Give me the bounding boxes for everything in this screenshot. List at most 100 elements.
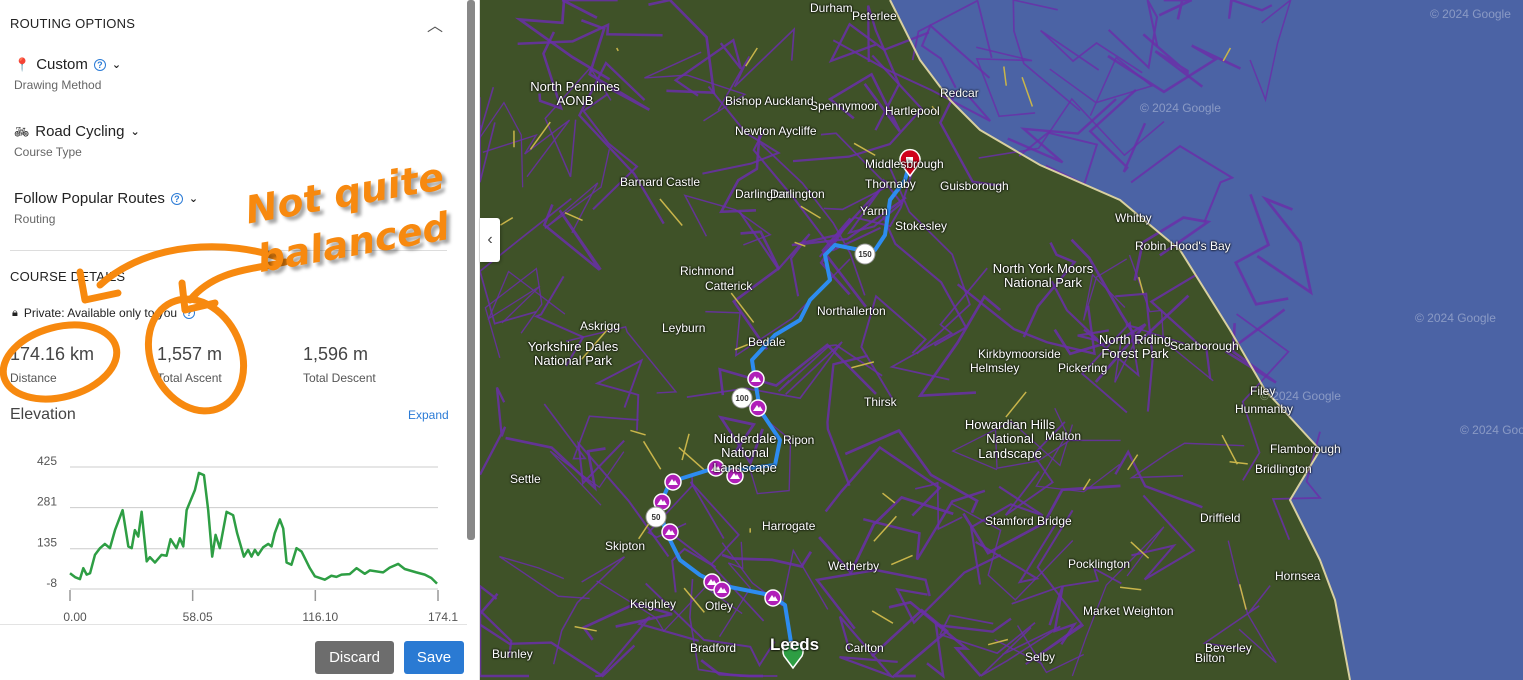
road [969, 485, 1044, 585]
map-place-label: Bradford [690, 641, 737, 655]
drawing-method-label: Drawing Method [14, 78, 102, 92]
map-place-label: North Pennines AONB [530, 79, 620, 109]
major-road [500, 216, 514, 226]
map-place-label: Yorkshire Dales National Park [527, 339, 619, 369]
map-place-label: Newton Aycliffe [735, 124, 817, 138]
save-button[interactable]: Save [404, 641, 464, 674]
major-road [1119, 586, 1142, 591]
course-details-title: COURSE DETAILS [10, 269, 126, 284]
stat-value: 1,557 m [157, 344, 223, 364]
map-place-label: Thirsk [864, 395, 897, 409]
map-place-label: Keighley [630, 597, 677, 611]
map-place-label: Hunmanby [1235, 402, 1294, 416]
map-place-label: Northallerton [817, 304, 886, 318]
map-place-label: Settle [510, 472, 541, 486]
map-place-label: Guisborough [940, 179, 1009, 193]
map-place-label: Askrigg [580, 319, 621, 333]
drawing-method-select[interactable]: 📍 Custom? ⌄ Drawing Method [14, 56, 121, 92]
map-place-label: Middlesbrough [865, 157, 944, 171]
map-place-label: Helmsley [970, 361, 1020, 375]
help-icon[interactable]: ? [93, 58, 106, 71]
road [514, 0, 611, 81]
map-place-label: Redcar [940, 86, 979, 100]
road [895, 553, 1002, 625]
map-place-label: Peterlee [852, 9, 897, 23]
map-place-label: Stamford Bridge [985, 514, 1072, 528]
major-road [890, 554, 913, 566]
road [888, 165, 971, 355]
map-place-label: Hartlepool [885, 104, 940, 118]
road [826, 354, 869, 487]
map-place-label: © 2024 Google [1140, 101, 1221, 115]
map-place-label: Leyburn [662, 321, 706, 335]
course-type-select[interactable]: 🚲︎ Road Cycling ⌄ Course Type [14, 123, 140, 159]
road [1129, 442, 1245, 479]
road [1114, 449, 1203, 509]
routing-options-title: ROUTING OPTIONS [10, 16, 136, 31]
map[interactable]: 150 100 50 Durham Peterlee North Pennines AO… [480, 0, 1523, 680]
map-place-label: Barnard Castle [620, 175, 701, 189]
routing-select[interactable]: Follow Popular Routes? ⌄ Routing [14, 190, 198, 226]
x-tick-label: 58.05 [183, 610, 213, 624]
chevron-down-icon: ⌄ [130, 126, 140, 138]
stat-value: 174.16 km [10, 344, 95, 364]
y-tick-label: 425 [37, 454, 57, 468]
map-place-label: Darlington [770, 187, 825, 201]
major-road [1229, 461, 1248, 465]
major-road [730, 292, 755, 323]
road [544, 149, 610, 234]
stat-ascent: 1,557 m Total Ascent [157, 344, 222, 385]
map-place-label: Bridlington [1255, 462, 1312, 476]
stat-value: 1,596 m [303, 344, 369, 364]
road [582, 93, 639, 211]
discard-button[interactable]: Discard [315, 641, 394, 674]
collapse-chevron-up-icon[interactable]: ︿ [427, 12, 443, 36]
major-road [642, 440, 662, 470]
help-icon[interactable]: ? [170, 192, 183, 205]
map-place-label: Bedale [748, 335, 786, 349]
collapse-sidebar-button[interactable]: ‹ [480, 218, 500, 262]
major-road [1138, 276, 1144, 294]
map-canvas[interactable]: 150 100 50 [480, 0, 1523, 680]
map-place-label: Burnley [492, 647, 533, 661]
road [480, 387, 507, 476]
y-tick-label: -8 [46, 576, 57, 590]
privacy-setting: 🔒︎ Private: Available only to you ? [12, 306, 196, 320]
map-pin-icon: 📍 [14, 56, 31, 72]
map-place-label: Selby [1025, 650, 1056, 664]
elevation-chart[interactable]: 425 281 135 -8 0.00 58.05 116.10 174.1 [0, 444, 467, 624]
map-place-label: Whitby [1115, 211, 1152, 225]
map-place-label: Harrogate [762, 519, 816, 533]
x-tick-label: 116.10 [302, 610, 338, 624]
footer: Discard Save [0, 624, 467, 680]
road [644, 51, 747, 122]
expand-link[interactable]: Expand [408, 408, 449, 422]
road [1131, 494, 1196, 581]
road [549, 450, 625, 506]
major-road [1221, 434, 1239, 465]
y-tick-label: 135 [37, 536, 57, 550]
map-place-label: Flamborough [1270, 442, 1341, 456]
chevron-down-icon: ⌄ [111, 59, 122, 71]
map-place-label: North York Moors National Park [992, 261, 1094, 291]
stat-label: Distance [10, 371, 57, 385]
x-tick-label: 174.1 [428, 610, 458, 624]
routing-value: Follow Popular Routes [14, 190, 165, 207]
map-place-label: Hornsea [1275, 569, 1321, 583]
map-place-label: © 2024 Google [1460, 423, 1523, 437]
map-place-label: Leeds [770, 635, 820, 654]
help-icon[interactable]: ? [183, 307, 196, 319]
stat-label: Total Ascent [157, 371, 222, 385]
elevation-title: Elevation [10, 406, 76, 423]
map-place-label: Driffield [1200, 511, 1241, 525]
chevron-down-icon: ⌄ [188, 193, 199, 205]
map-place-label: Skipton [605, 539, 646, 553]
scrollbar[interactable] [467, 0, 475, 540]
road [882, 215, 968, 347]
map-place-label: Durham [810, 1, 853, 15]
road [561, 0, 618, 19]
map-place-label: Market Weighton [1083, 604, 1174, 618]
stat-descent: 1,596 m Total Descent [303, 344, 376, 385]
road [820, 132, 890, 211]
sidebar: ROUTING OPTIONS ︿ 📍 Custom? ⌄ Drawing Meth… [0, 0, 480, 680]
